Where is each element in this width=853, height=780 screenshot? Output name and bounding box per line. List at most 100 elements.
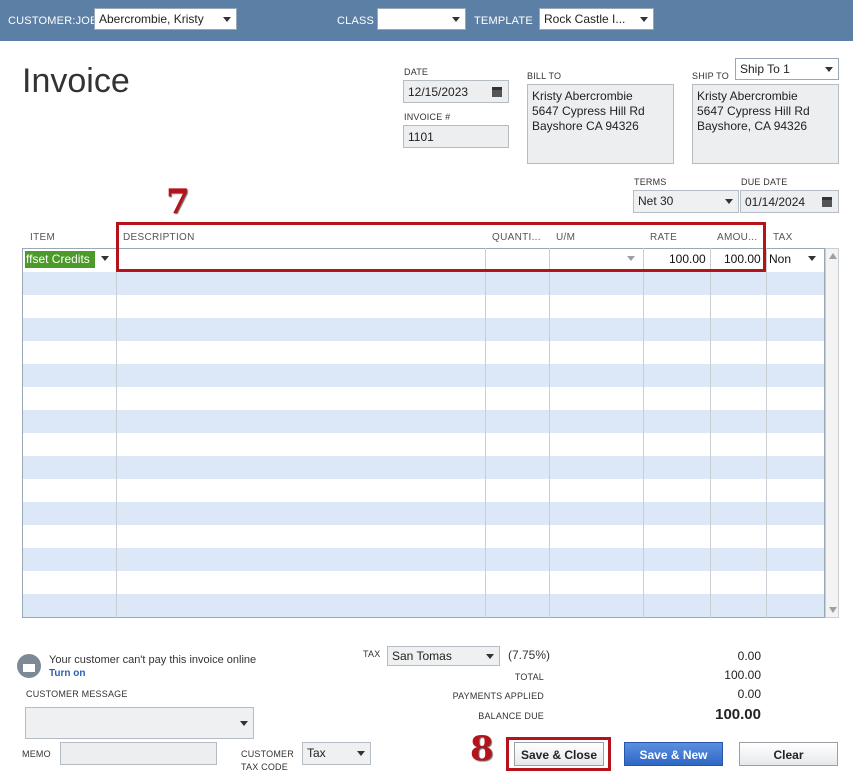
- date-label: DATE: [404, 67, 429, 77]
- item-cell[interactable]: ffset Credits: [25, 251, 95, 268]
- scroll-up-icon[interactable]: [829, 253, 837, 259]
- customer-tax-code-label: CUSTOMER: [241, 749, 294, 759]
- customer-tax-code-label-2: TAX CODE: [241, 762, 288, 772]
- class-label: CLASS: [337, 15, 375, 27]
- bill-to-label: BILL TO: [527, 71, 562, 81]
- customer-message-label: CUSTOMER MESSAGE: [26, 689, 128, 699]
- due-date-field[interactable]: 01/14/2024: [740, 190, 839, 213]
- memo-field[interactable]: [60, 742, 217, 765]
- clear-button[interactable]: Clear: [739, 742, 838, 766]
- ship-to-line: 5647 Cypress Hill Rd: [697, 104, 810, 118]
- online-payment-text: Your customer can't pay this invoice onl…: [49, 654, 257, 666]
- chevron-down-icon: [725, 199, 733, 204]
- page-title: Invoice: [22, 62, 130, 100]
- credit-card-icon: [17, 654, 41, 678]
- chevron-down-icon: [486, 654, 494, 659]
- save-close-highlight: [506, 737, 611, 771]
- template-dropdown[interactable]: Rock Castle I...: [539, 8, 654, 30]
- table-row[interactable]: [23, 548, 824, 571]
- save-new-button[interactable]: Save & New: [624, 742, 723, 766]
- calendar-icon[interactable]: [822, 197, 832, 207]
- description-row-highlight: [116, 222, 766, 272]
- turn-on-link[interactable]: Turn on: [49, 668, 85, 679]
- bill-to-line: Bayshore CA 94326: [532, 119, 639, 133]
- bill-to-address[interactable]: Kristy Abercrombie 5647 Cypress Hill Rd …: [527, 84, 674, 164]
- table-row[interactable]: [23, 525, 824, 548]
- memo-label: MEMO: [22, 749, 51, 759]
- column-divider: [116, 248, 117, 618]
- table-row[interactable]: [23, 433, 824, 456]
- payments-applied-label: PAYMENTS APPLIED: [452, 691, 544, 701]
- chevron-down-icon: [240, 721, 248, 726]
- table-row[interactable]: [23, 364, 824, 387]
- table-row[interactable]: [23, 295, 824, 318]
- column-divider: [766, 248, 767, 618]
- tax-label: TAX: [363, 649, 381, 659]
- table-row[interactable]: [23, 594, 824, 617]
- table-row[interactable]: [23, 617, 824, 618]
- total-value: 100.00: [724, 668, 761, 682]
- column-divider: [710, 248, 711, 618]
- line-items-table[interactable]: [22, 248, 825, 618]
- customer-job-dropdown[interactable]: Abercrombie, Kristy: [94, 8, 237, 30]
- date-value: 12/15/2023: [408, 85, 469, 99]
- payments-applied-value: 0.00: [737, 687, 761, 701]
- table-row[interactable]: [23, 571, 824, 594]
- invoice-number-value: 1101: [408, 130, 434, 144]
- calendar-icon[interactable]: [492, 87, 502, 97]
- bill-to-line: 5647 Cypress Hill Rd: [532, 104, 645, 118]
- scroll-down-icon[interactable]: [829, 607, 837, 613]
- column-header-tax[interactable]: TAX: [773, 232, 793, 243]
- step-8-marker: 8: [470, 729, 494, 769]
- chevron-down-icon[interactable]: [101, 256, 109, 261]
- invoice-number-label: INVOICE #: [404, 112, 451, 122]
- class-dropdown[interactable]: [377, 8, 466, 30]
- column-divider: [643, 248, 644, 618]
- chevron-down-icon: [825, 67, 833, 72]
- tax-item-value: San Tomas: [392, 649, 452, 663]
- tax-amount: 0.00: [737, 649, 761, 663]
- tax-rate: (7.75%): [508, 648, 551, 662]
- ship-to-select-value: Ship To 1: [740, 62, 790, 76]
- template-value: Rock Castle I...: [544, 12, 626, 26]
- invoice-number-field[interactable]: 1101: [403, 125, 509, 148]
- column-header-item[interactable]: ITEM: [30, 232, 55, 243]
- balance-due-value: 100.00: [715, 706, 761, 723]
- balance-due-label: BALANCE DUE: [478, 711, 544, 721]
- table-row[interactable]: [23, 410, 824, 433]
- terms-value: Net 30: [638, 194, 674, 208]
- tax-cell[interactable]: Non: [769, 252, 791, 266]
- terms-dropdown[interactable]: Net 30: [633, 190, 739, 213]
- due-date-value: 01/14/2024: [745, 195, 806, 209]
- chevron-down-icon: [223, 17, 231, 22]
- table-scrollbar[interactable]: [825, 248, 839, 618]
- date-field[interactable]: 12/15/2023: [403, 80, 509, 103]
- table-row[interactable]: [23, 456, 824, 479]
- ship-to-dropdown[interactable]: Ship To 1: [735, 58, 839, 80]
- customer-message-dropdown[interactable]: [25, 707, 254, 739]
- ship-to-label: SHIP TO: [692, 71, 729, 81]
- column-divider: [549, 248, 550, 618]
- bill-to-line: Kristy Abercrombie: [532, 89, 633, 103]
- table-row[interactable]: [23, 318, 824, 341]
- top-toolbar: CUSTOMER:JOB Abercrombie, Kristy CLASS T…: [0, 0, 853, 41]
- customer-tax-code-dropdown[interactable]: Tax: [302, 742, 371, 765]
- terms-label: TERMS: [634, 177, 667, 187]
- table-row[interactable]: [23, 272, 824, 295]
- column-divider: [485, 248, 486, 618]
- customer-job-label: CUSTOMER:JOB: [8, 15, 98, 27]
- table-row[interactable]: [23, 479, 824, 502]
- chevron-down-icon: [357, 751, 365, 756]
- table-row[interactable]: [23, 387, 824, 410]
- tax-item-dropdown[interactable]: San Tomas: [387, 646, 500, 666]
- chevron-down-icon: [640, 17, 648, 22]
- template-label: TEMPLATE: [474, 15, 533, 27]
- chevron-down-icon[interactable]: [808, 256, 816, 261]
- ship-to-address[interactable]: Kristy Abercrombie 5647 Cypress Hill Rd …: [692, 84, 839, 164]
- table-row[interactable]: [23, 502, 824, 525]
- table-row[interactable]: [23, 341, 824, 364]
- customer-job-value: Abercrombie, Kristy: [99, 12, 204, 26]
- due-date-label: DUE DATE: [741, 177, 788, 187]
- step-7-marker: 7: [166, 182, 190, 222]
- ship-to-line: Bayshore, CA 94326: [697, 119, 808, 133]
